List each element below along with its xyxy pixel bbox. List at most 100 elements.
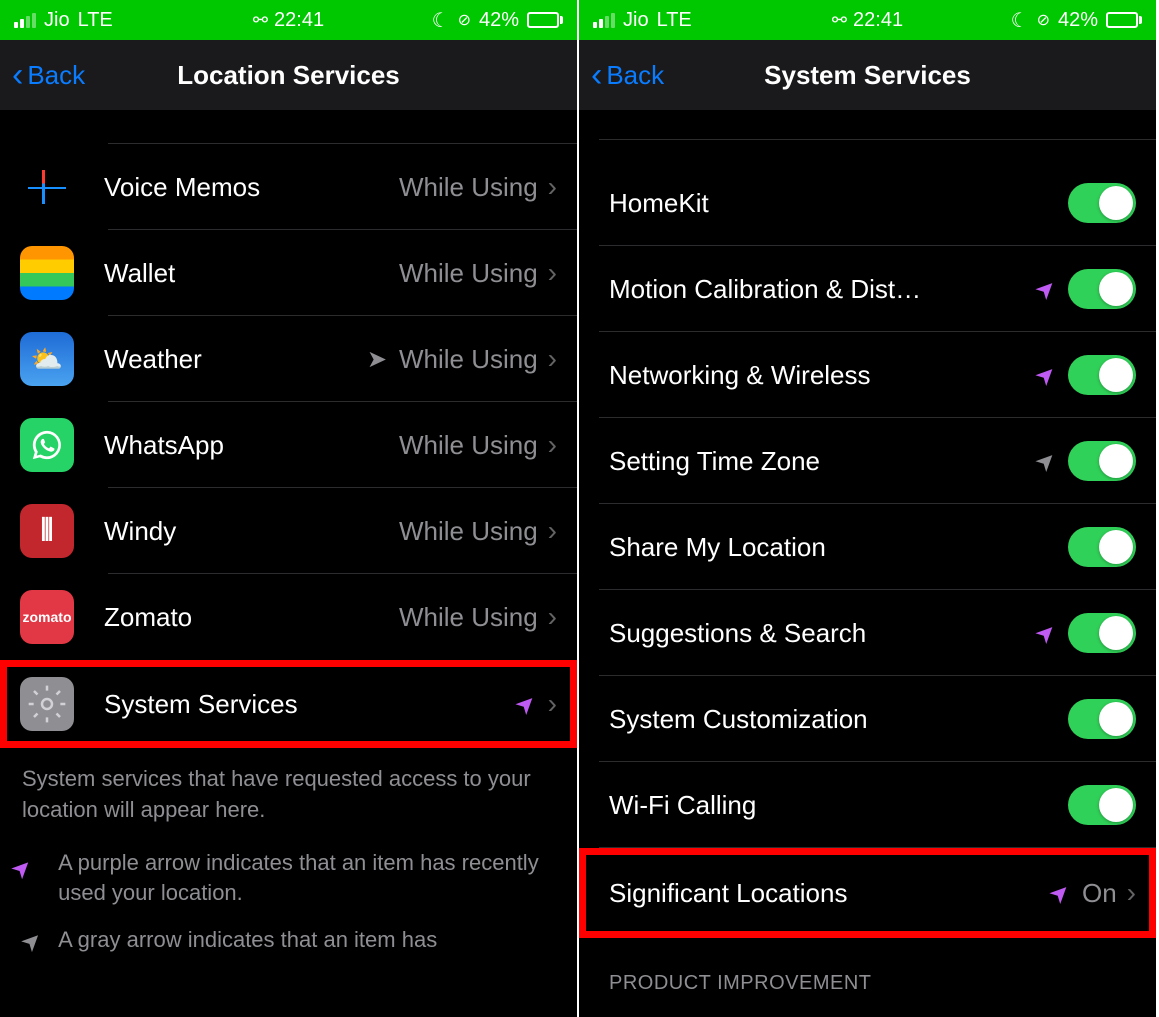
row-label: System Services [104, 689, 516, 720]
row-label: Zomato [104, 602, 399, 633]
row-windy[interactable]: ⦀ Windy While Using › [0, 488, 577, 574]
nav-header: ‹ Back System Services [579, 40, 1156, 110]
location-arrow-icon: ➤ [367, 345, 387, 374]
row-value: While Using [399, 430, 538, 461]
row-zomato[interactable]: zomato Zomato While Using › [0, 574, 577, 660]
moon-icon: ☾ [1011, 8, 1029, 33]
row-homekit[interactable]: HomeKit [579, 160, 1156, 246]
time-label: 22:41 [274, 9, 324, 32]
row-label: Suggestions & Search [609, 618, 1036, 649]
chevron-right-icon: › [548, 601, 557, 633]
row-system-customization[interactable]: System Customization [579, 676, 1156, 762]
lock-icon: ⊘ [1037, 10, 1050, 30]
row-value: While Using [399, 344, 538, 375]
lock-icon: ⊘ [458, 10, 471, 30]
toggle-switch[interactable] [1068, 183, 1136, 223]
row-significant-locations[interactable]: Significant Locations ➤ On › [579, 848, 1156, 938]
back-label: Back [27, 60, 85, 91]
right-phone: Jio LTE ⚯ 22:41 ☾ ⊘ 42% ‹ Back System Se… [579, 0, 1158, 1017]
location-services-list[interactable]: Support While Using › Voice Memos While … [0, 110, 577, 1017]
row-motion-calibration[interactable]: Motion Calibration & Dist… ➤ [579, 246, 1156, 332]
link-icon: ⚯ [832, 10, 847, 31]
battery-icon [527, 12, 563, 28]
row-label: WhatsApp [104, 430, 399, 461]
chevron-right-icon: › [548, 257, 557, 289]
chevron-right-icon: › [548, 429, 557, 461]
nav-header: ‹ Back Location Services [0, 40, 577, 110]
row-voice-memos[interactable]: Voice Memos While Using › [0, 144, 577, 230]
row-wallet[interactable]: Wallet While Using › [0, 230, 577, 316]
page-title: System Services [764, 60, 971, 91]
row-value: While Using [399, 602, 538, 633]
status-bar: Jio LTE ⚯ 22:41 ☾ ⊘ 42% [0, 0, 577, 40]
row-label: Weather [104, 344, 367, 375]
wallet-icon [20, 246, 74, 300]
row-wifi-calling[interactable]: Wi-Fi Calling [579, 762, 1156, 848]
toggle-switch[interactable] [1068, 527, 1136, 567]
chevron-right-icon: › [548, 343, 557, 375]
whatsapp-icon [20, 418, 74, 472]
battery-icon [1106, 12, 1142, 28]
chevron-right-icon: › [548, 515, 557, 547]
row-share-my-location[interactable]: Share My Location [579, 504, 1156, 590]
row-weather[interactable]: ⛅ Weather ➤ While Using › [0, 316, 577, 402]
signal-icon [14, 13, 36, 28]
toggle-switch[interactable] [1068, 355, 1136, 395]
footer-intro: System services that have requested acce… [22, 764, 555, 826]
chevron-right-icon: › [548, 688, 557, 720]
row-value: On [1082, 878, 1117, 909]
row-label: Setting Time Zone [609, 446, 1036, 477]
row-label: Significant Locations [609, 878, 1050, 909]
system-services-list[interactable]: . ➤ HomeKit Motion Calibration & Dist… ➤… [579, 110, 1156, 1017]
status-bar: Jio LTE ⚯ 22:41 ☾ ⊘ 42% [579, 0, 1156, 40]
row-label: Wallet [104, 258, 399, 289]
row-setting-time-zone[interactable]: Setting Time Zone ➤ [579, 418, 1156, 504]
footer-gray-text: A gray arrow indicates that an item has [58, 925, 437, 959]
toggle-switch[interactable] [1068, 269, 1136, 309]
row-label: HomeKit [609, 188, 1068, 219]
row-label: Windy [104, 516, 399, 547]
footer-explanation: System services that have requested acce… [0, 748, 577, 991]
battery-percent: 42% [1058, 9, 1098, 32]
row-support[interactable]: Support While Using › [0, 110, 577, 144]
back-button[interactable]: ‹ Back [12, 58, 85, 92]
row-networking-wireless[interactable]: Networking & Wireless ➤ [579, 332, 1156, 418]
location-arrow-icon: ➤ [3, 850, 61, 908]
back-chevron-icon: ‹ [591, 58, 602, 92]
time-label: 22:41 [853, 9, 903, 32]
row-label: Voice Memos [104, 172, 399, 203]
row-value: While Using [399, 172, 538, 203]
back-chevron-icon: ‹ [12, 58, 23, 92]
row-label: Networking & Wireless [609, 360, 1036, 391]
left-phone: Jio LTE ⚯ 22:41 ☾ ⊘ 42% ‹ Back Location … [0, 0, 579, 1017]
toggle-switch[interactable] [1068, 613, 1136, 653]
toggle-switch[interactable] [1068, 441, 1136, 481]
chevron-right-icon: › [1127, 877, 1136, 909]
section-header-product-improvement: PRODUCT IMPROVEMENT [579, 938, 1156, 1001]
windy-icon: ⦀ [20, 504, 74, 558]
row-system-services[interactable]: System Services ➤ › [0, 660, 577, 748]
row-whatsapp[interactable]: WhatsApp While Using › [0, 402, 577, 488]
voice-memos-icon [20, 160, 74, 214]
toggle-switch[interactable] [1068, 785, 1136, 825]
back-label: Back [606, 60, 664, 91]
zomato-icon: zomato [20, 590, 74, 644]
row-partial-top[interactable]: . ➤ [579, 110, 1156, 140]
row-label: Share My Location [609, 532, 1068, 563]
row-label: System Customization [609, 704, 1068, 735]
network-label: LTE [78, 9, 113, 32]
chevron-right-icon: › [548, 171, 557, 203]
carrier-label: Jio [44, 9, 70, 32]
battery-percent: 42% [479, 9, 519, 32]
back-button[interactable]: ‹ Back [591, 58, 664, 92]
row-value: While Using [399, 516, 538, 547]
row-label: Motion Calibration & Dist… [609, 274, 1036, 305]
toggle-switch[interactable] [1068, 699, 1136, 739]
row-suggestions-search[interactable]: Suggestions & Search ➤ [579, 590, 1156, 676]
weather-icon: ⛅ [20, 332, 74, 386]
gear-icon [20, 677, 74, 731]
network-label: LTE [657, 9, 692, 32]
location-arrow-icon: ➤ [13, 923, 51, 961]
link-icon: ⚯ [253, 10, 268, 31]
moon-icon: ☾ [432, 8, 450, 33]
